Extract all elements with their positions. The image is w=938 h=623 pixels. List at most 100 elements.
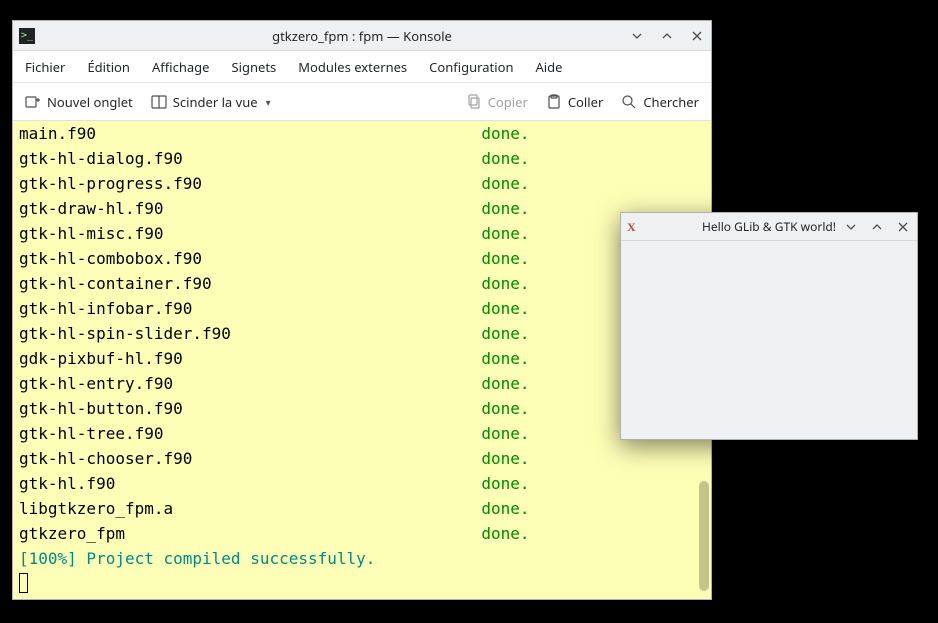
terminal-line: gtk-hl-button.f90 done. bbox=[19, 396, 705, 421]
status-done: done. bbox=[481, 474, 529, 493]
terminal-line: gtk-hl-chooser.f90 done. bbox=[19, 446, 705, 471]
terminal-line: libgtkzero_fpm.a done. bbox=[19, 496, 705, 521]
close-button[interactable] bbox=[689, 28, 705, 44]
search-button[interactable]: Chercher bbox=[621, 93, 699, 111]
status-done: done. bbox=[481, 499, 529, 518]
chevron-down-icon bbox=[845, 221, 857, 233]
close-icon bbox=[897, 221, 909, 233]
gtk-maximize-button[interactable] bbox=[869, 219, 885, 235]
terminal-line: gtk-hl-progress.f90 done. bbox=[19, 171, 705, 196]
terminal-line: gtk-draw-hl.f90 done. bbox=[19, 196, 705, 221]
split-view-label: Scinder la vue bbox=[173, 93, 258, 111]
gtk-hello-window: X Hello GLib & GTK world! bbox=[620, 212, 918, 440]
search-icon bbox=[621, 94, 637, 110]
terminal-line: gtkzero_fpm done. bbox=[19, 521, 705, 546]
file-name: libgtkzero_fpm.a bbox=[19, 499, 481, 518]
terminal-app-icon: >_ bbox=[19, 28, 35, 44]
status-done: done. bbox=[481, 449, 529, 468]
file-name: gtk-hl-infobar.f90 bbox=[19, 299, 481, 318]
toolbar: Nouvel onglet Scinder la vue ▾ Copier Co… bbox=[13, 83, 711, 121]
window-title: gtkzero_fpm : fpm — Konsole bbox=[13, 27, 711, 45]
file-name: gtk-hl.f90 bbox=[19, 474, 481, 493]
status-done: done. bbox=[481, 174, 529, 193]
titlebar[interactable]: >_ gtkzero_fpm : fpm — Konsole bbox=[13, 21, 711, 51]
gtk-close-button[interactable] bbox=[895, 219, 911, 235]
file-name: gtk-draw-hl.f90 bbox=[19, 199, 481, 218]
prompt-line bbox=[19, 571, 705, 596]
menubar: Fichier Édition Affichage Signets Module… bbox=[13, 51, 711, 83]
terminal-line: gtk-hl-entry.f90 done. bbox=[19, 371, 705, 396]
status-done: done. bbox=[481, 424, 529, 443]
file-name: main.f90 bbox=[19, 124, 481, 143]
chevron-up-icon bbox=[661, 30, 673, 42]
menu-view[interactable]: Affichage bbox=[152, 58, 210, 76]
menu-file[interactable]: Fichier bbox=[25, 58, 65, 76]
copy-button[interactable]: Copier bbox=[466, 93, 528, 111]
file-name: gtk-hl-tree.f90 bbox=[19, 424, 481, 443]
terminal-line: gtk-hl.f90 done. bbox=[19, 471, 705, 496]
status-done: done. bbox=[481, 249, 529, 268]
progress-line: [100%] Project compiled successfully. bbox=[19, 546, 705, 571]
new-tab-label: Nouvel onglet bbox=[47, 93, 133, 111]
status-done: done. bbox=[481, 199, 529, 218]
minimize-button[interactable] bbox=[629, 28, 645, 44]
terminal-line: gtk-hl-spin-slider.f90 done. bbox=[19, 321, 705, 346]
copy-label: Copier bbox=[488, 93, 528, 111]
paste-icon bbox=[546, 94, 562, 110]
file-name: gtk-hl-container.f90 bbox=[19, 274, 481, 293]
terminal-area[interactable]: main.f90 done.gtk-hl-dialog.f90 done.gtk… bbox=[13, 121, 711, 599]
chevron-down-icon bbox=[631, 30, 643, 42]
menu-edit[interactable]: Édition bbox=[87, 58, 130, 76]
chevron-down-icon: ▾ bbox=[266, 95, 271, 109]
status-done: done. bbox=[481, 274, 529, 293]
status-done: done. bbox=[481, 224, 529, 243]
new-tab-icon bbox=[25, 94, 41, 110]
new-tab-button[interactable]: Nouvel onglet bbox=[25, 93, 133, 111]
menu-settings[interactable]: Configuration bbox=[429, 58, 513, 76]
copy-icon bbox=[466, 94, 482, 110]
menu-plugins[interactable]: Modules externes bbox=[298, 58, 407, 76]
terminal-line: gtk-hl-tree.f90 done. bbox=[19, 421, 705, 446]
terminal-line: gdk-pixbuf-hl.f90 done. bbox=[19, 346, 705, 371]
file-name: gdk-pixbuf-hl.f90 bbox=[19, 349, 481, 368]
terminal-line: gtk-hl-dialog.f90 done. bbox=[19, 146, 705, 171]
file-name: gtk-hl-progress.f90 bbox=[19, 174, 481, 193]
chevron-up-icon bbox=[871, 221, 883, 233]
menu-bookmarks[interactable]: Signets bbox=[231, 58, 276, 76]
search-label: Chercher bbox=[643, 93, 699, 111]
scrollbar[interactable] bbox=[699, 481, 709, 591]
file-name: gtk-hl-spin-slider.f90 bbox=[19, 324, 481, 343]
status-done: done. bbox=[481, 349, 529, 368]
terminal-line: gtk-hl-misc.f90 done. bbox=[19, 221, 705, 246]
file-name: gtk-hl-chooser.f90 bbox=[19, 449, 481, 468]
file-name: gtkzero_fpm bbox=[19, 524, 481, 543]
terminal-line: gtk-hl-container.f90 done. bbox=[19, 271, 705, 296]
menu-help[interactable]: Aide bbox=[536, 58, 563, 76]
gtk-app-icon: X bbox=[627, 220, 641, 234]
status-done: done. bbox=[481, 524, 529, 543]
paste-button[interactable]: Coller bbox=[546, 93, 604, 111]
file-name: gtk-hl-combobox.f90 bbox=[19, 249, 481, 268]
split-view-button[interactable]: Scinder la vue ▾ bbox=[151, 93, 271, 111]
file-name: gtk-hl-entry.f90 bbox=[19, 374, 481, 393]
status-done: done. bbox=[481, 124, 529, 143]
gtk-window-controls bbox=[843, 219, 911, 235]
status-done: done. bbox=[481, 149, 529, 168]
cursor bbox=[19, 573, 28, 593]
status-done: done. bbox=[481, 399, 529, 418]
status-done: done. bbox=[481, 299, 529, 318]
gtk-minimize-button[interactable] bbox=[843, 219, 859, 235]
konsole-window: >_ gtkzero_fpm : fpm — Konsole Fichier É… bbox=[12, 20, 712, 600]
status-done: done. bbox=[481, 374, 529, 393]
terminal-line: gtk-hl-combobox.f90 done. bbox=[19, 246, 705, 271]
terminal-line: main.f90 done. bbox=[19, 121, 705, 146]
close-icon bbox=[691, 30, 703, 42]
maximize-button[interactable] bbox=[659, 28, 675, 44]
file-name: gtk-hl-button.f90 bbox=[19, 399, 481, 418]
file-name: gtk-hl-misc.f90 bbox=[19, 224, 481, 243]
split-view-icon bbox=[151, 94, 167, 110]
terminal-line: gtk-hl-infobar.f90 done. bbox=[19, 296, 705, 321]
file-name: gtk-hl-dialog.f90 bbox=[19, 149, 481, 168]
paste-label: Coller bbox=[568, 93, 604, 111]
gtk-titlebar[interactable]: X Hello GLib & GTK world! bbox=[621, 213, 917, 241]
